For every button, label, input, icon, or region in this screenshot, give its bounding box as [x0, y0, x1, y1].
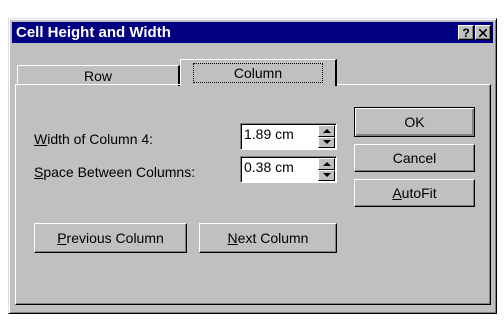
- space-up-arrow-icon[interactable]: [318, 158, 335, 170]
- space-down-arrow-icon[interactable]: [318, 169, 335, 181]
- ok-button[interactable]: OK: [354, 107, 475, 137]
- width-label: Width of Column 4:: [34, 131, 154, 147]
- help-icon: ?: [462, 26, 470, 40]
- tab-row-label: Row: [83, 68, 112, 84]
- space-spin-arrows[interactable]: [318, 158, 335, 181]
- space-spinbox[interactable]: 0.38 cm: [240, 156, 337, 183]
- autofit-button[interactable]: AutoFit: [354, 179, 475, 207]
- close-icon: [476, 26, 490, 41]
- tab-row[interactable]: Row: [17, 65, 180, 86]
- tab-column[interactable]: Column: [180, 59, 337, 86]
- width-spinbox[interactable]: 1.89 cm: [240, 123, 337, 150]
- width-down-arrow-icon[interactable]: [318, 136, 335, 148]
- next-column-button[interactable]: Next Column: [199, 223, 337, 253]
- space-value[interactable]: 0.38 cm: [244, 159, 294, 175]
- space-label: Space Between Columns:: [34, 164, 196, 180]
- width-spin-arrows[interactable]: [318, 125, 335, 148]
- title-bar[interactable]: Cell Height and Width ?: [12, 22, 493, 43]
- cancel-button[interactable]: Cancel: [354, 144, 475, 172]
- previous-column-button[interactable]: Previous Column: [34, 223, 187, 253]
- close-button[interactable]: [475, 25, 491, 40]
- cell-height-width-dialog: Cell Height and Width ? Row Column Width…: [8, 18, 497, 314]
- help-button[interactable]: ?: [458, 25, 474, 40]
- width-up-arrow-icon[interactable]: [318, 125, 335, 137]
- dialog-title: Cell Height and Width: [16, 24, 171, 41]
- tab-column-label: Column: [192, 63, 324, 83]
- width-value[interactable]: 1.89 cm: [244, 126, 294, 142]
